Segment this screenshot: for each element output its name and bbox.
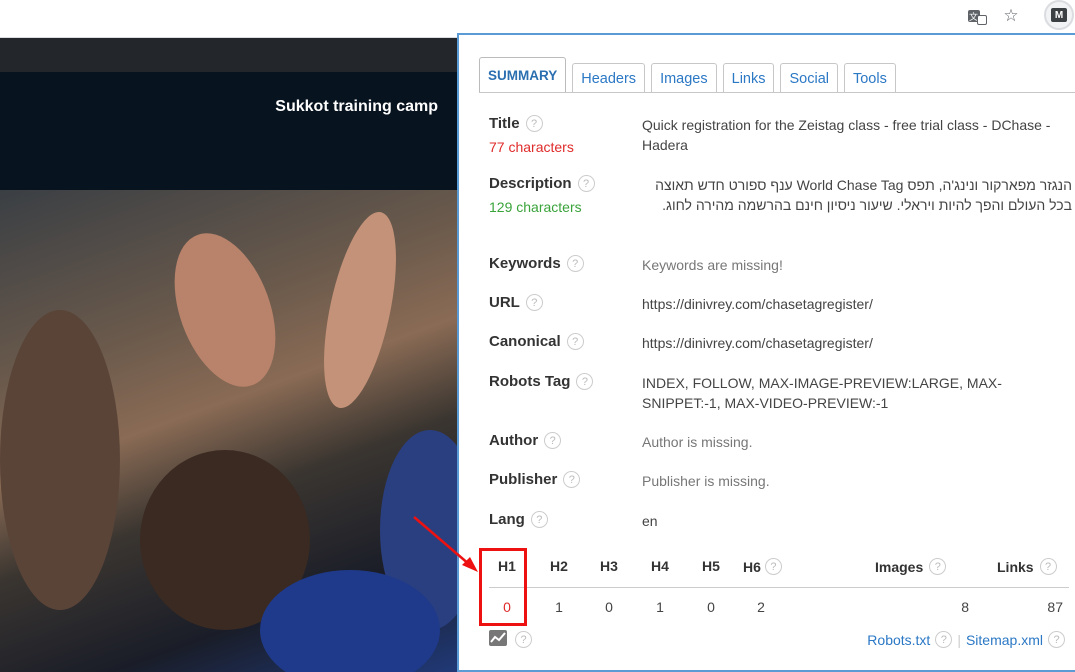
author-value: Author is missing.	[642, 434, 753, 450]
help-icon[interactable]: ?	[577, 175, 595, 192]
title-char-count: 77 characters	[489, 139, 574, 155]
h4-label: H4	[651, 558, 669, 574]
help-icon[interactable]: ?	[764, 558, 782, 575]
help-icon[interactable]: ?	[525, 115, 543, 132]
highlight-box	[479, 548, 527, 626]
chart-icon[interactable]	[489, 630, 507, 646]
help-icon[interactable]: ?	[515, 631, 532, 648]
robots-txt-link[interactable]: Robots.txt	[867, 632, 930, 648]
robots-label: Robots Tag	[489, 373, 571, 390]
description-value: הנגזר מפארקור ונינג'ה, תפס World Chase T…	[655, 177, 1072, 213]
h5-count: 0	[707, 599, 715, 615]
bookmark-star-icon[interactable]: ☆	[1000, 4, 1022, 28]
tab-social[interactable]: Social	[780, 63, 838, 93]
images-count: 8	[961, 599, 969, 615]
h4-count: 1	[656, 599, 664, 615]
help-icon[interactable]: ?	[1039, 558, 1057, 575]
keywords-value: Keywords are missing!	[642, 257, 783, 273]
help-icon[interactable]: ?	[566, 255, 584, 272]
tab-links[interactable]: Links	[722, 63, 775, 93]
help-icon[interactable]: ?	[576, 373, 594, 390]
publisher-value: Publisher is missing.	[642, 473, 770, 489]
h3-label: H3	[600, 558, 618, 574]
images-label: Images	[875, 558, 924, 575]
tab-bar: SUMMARY Headers Images Links Social Tool…	[479, 57, 902, 93]
publisher-label: Publisher	[489, 471, 558, 488]
hero-photo	[0, 190, 480, 672]
tab-summary[interactable]: SUMMARY	[479, 57, 567, 93]
h2-count: 1	[555, 599, 563, 615]
link-separator: |	[957, 631, 961, 648]
lang-label: Lang	[489, 511, 525, 528]
tab-tools[interactable]: Tools	[843, 63, 896, 93]
tab-headers[interactable]: Headers	[572, 63, 646, 93]
hero-title[interactable]: Sukkot training camp	[275, 98, 438, 116]
site-topbar	[0, 38, 470, 72]
help-icon[interactable]: ?	[566, 333, 584, 350]
help-icon[interactable]: ?	[525, 294, 543, 311]
extension-icon[interactable]: M	[1044, 0, 1074, 30]
robots-value: INDEX, FOLLOW, MAX-IMAGE-PREVIEW:LARGE, …	[642, 375, 1002, 411]
help-icon[interactable]: ?	[563, 471, 581, 488]
footer-links: Robots.txt ? | Sitemap.xml ?	[867, 631, 1065, 648]
url-value[interactable]: https://dinivrey.com/chasetagregister/	[642, 294, 1072, 314]
description-char-count: 129 characters	[489, 199, 582, 215]
author-label: Author	[489, 432, 539, 449]
translate-icon[interactable]: 文	[966, 4, 988, 28]
help-icon[interactable]: ?	[530, 511, 548, 528]
description-label: Description	[489, 175, 572, 192]
seo-meta-popup: SUMMARY Headers Images Links Social Tool…	[457, 33, 1075, 672]
links-count: 87	[1047, 599, 1063, 615]
keywords-label: Keywords	[489, 255, 561, 272]
canonical-label: Canonical	[489, 333, 561, 350]
h6-count: 2	[757, 599, 765, 615]
extension-glyph: M	[1051, 8, 1067, 22]
title-value: Quick registration for the Zeistag class…	[642, 117, 1051, 153]
h6-label: H6	[743, 558, 761, 575]
help-icon[interactable]: ?	[1048, 631, 1065, 648]
help-icon[interactable]: ?	[544, 432, 562, 449]
h2-label: H2	[550, 558, 568, 574]
canonical-value[interactable]: https://dinivrey.com/chasetagregister/	[642, 333, 1072, 353]
h5-label: H5	[702, 558, 720, 574]
url-label: URL	[489, 294, 520, 311]
annotation-arrow-icon	[413, 516, 478, 572]
help-icon[interactable]: ?	[929, 558, 947, 575]
help-icon[interactable]: ?	[935, 631, 953, 648]
lang-value: en	[642, 513, 658, 529]
site-hero: Sukkot training camp	[0, 72, 470, 190]
sitemap-xml-link[interactable]: Sitemap.xml	[966, 632, 1043, 648]
links-label: Links	[997, 558, 1034, 575]
h3-count: 0	[605, 599, 613, 615]
tab-images[interactable]: Images	[651, 63, 717, 93]
title-label: Title	[489, 115, 520, 132]
